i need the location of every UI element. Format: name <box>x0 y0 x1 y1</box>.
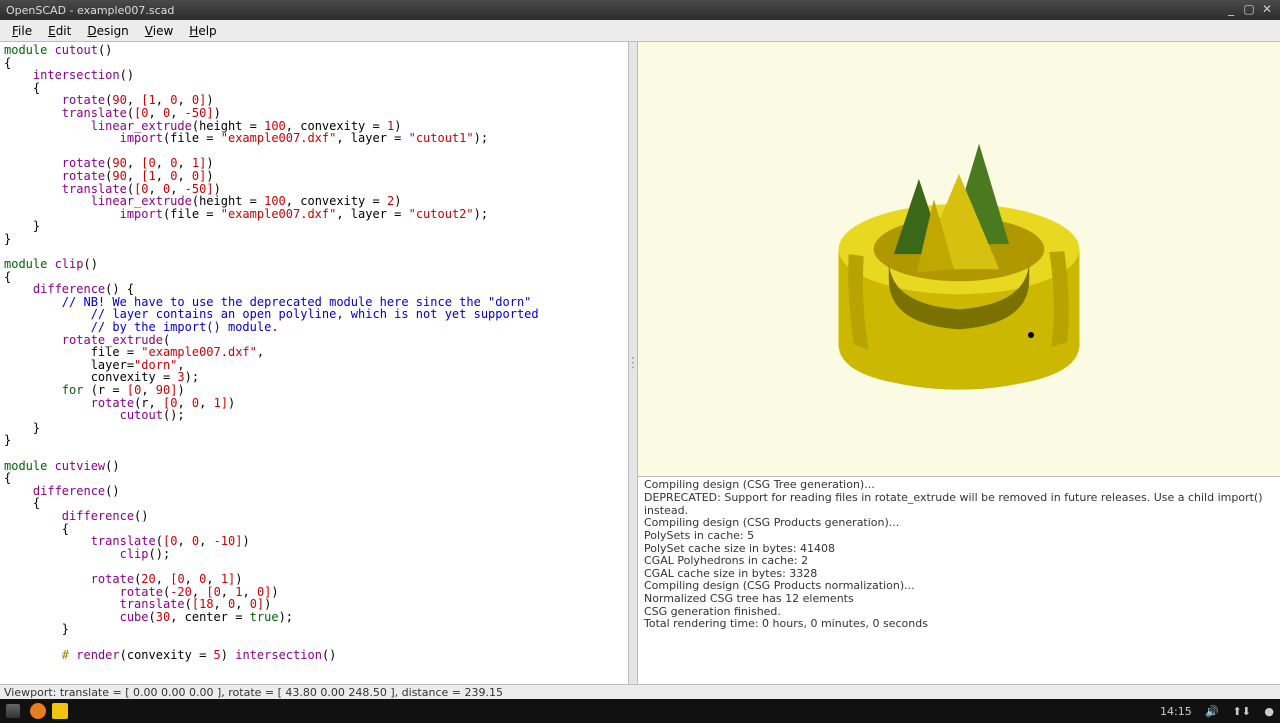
taskbar-app-openscad[interactable] <box>52 703 68 719</box>
menu-bar: File Edit Design View Help <box>0 20 1280 42</box>
menu-design[interactable]: Design <box>79 22 136 40</box>
minimize-button[interactable]: _ <box>1224 3 1238 17</box>
notification-icon[interactable]: ● <box>1264 705 1274 718</box>
network-icon[interactable]: ⬆⬇ <box>1232 705 1250 718</box>
right-pane: Compiling design (CSG Tree generation)..… <box>638 42 1280 684</box>
console-output[interactable]: Compiling design (CSG Tree generation)..… <box>638 477 1280 684</box>
menu-file[interactable]: File <box>4 22 40 40</box>
window-titlebar: OpenSCAD - example007.scad _ ▢ ✕ <box>0 0 1280 20</box>
system-tray: 14:15 🔊 ⬆⬇ ● <box>1150 705 1274 718</box>
close-button[interactable]: ✕ <box>1260 3 1274 17</box>
cursor-icon <box>1028 332 1034 338</box>
volume-icon[interactable]: 🔊 <box>1205 705 1219 718</box>
menu-view[interactable]: View <box>137 22 181 40</box>
taskbar-app-1[interactable] <box>30 703 46 719</box>
maximize-button[interactable]: ▢ <box>1242 3 1256 17</box>
3d-viewport[interactable] <box>638 42 1280 477</box>
editor-pane: module cutout() { intersection() { rotat… <box>0 42 628 684</box>
workspace: module cutout() { intersection() { rotat… <box>0 42 1280 684</box>
window-title: OpenSCAD - example007.scad <box>6 4 1220 17</box>
code-editor[interactable]: module cutout() { intersection() { rotat… <box>0 42 628 663</box>
status-bar: Viewport: translate = [ 0.00 0.00 0.00 ]… <box>0 684 1280 699</box>
start-button[interactable] <box>6 704 20 718</box>
os-taskbar: 14:15 🔊 ⬆⬇ ● <box>0 699 1280 723</box>
clock: 14:15 <box>1160 705 1192 718</box>
menu-edit[interactable]: Edit <box>40 22 79 40</box>
splitter-vertical[interactable] <box>628 42 638 684</box>
viewport-status: Viewport: translate = [ 0.00 0.00 0.00 ]… <box>4 686 503 699</box>
menu-help[interactable]: Help <box>181 22 224 40</box>
